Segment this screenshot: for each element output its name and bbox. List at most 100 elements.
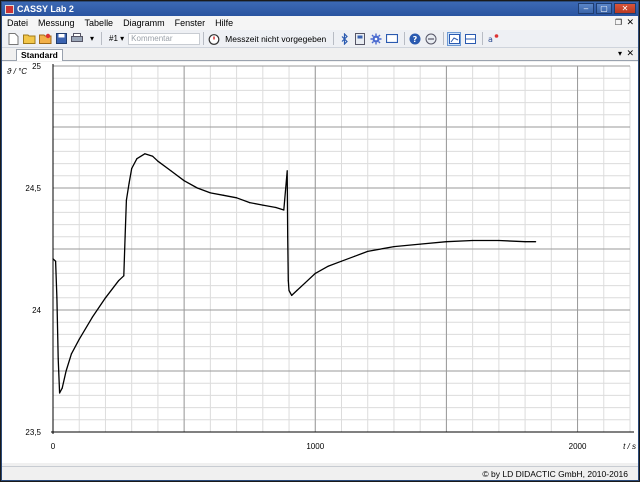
menu-bar: Datei Messung Tabelle Diagramm Fenster H… [2, 16, 638, 30]
toolbar-separator [101, 32, 103, 45]
channel-select[interactable]: #1 ▾ [105, 32, 128, 45]
data-point [118, 280, 120, 282]
print-dropdown-icon[interactable]: ▾ [86, 32, 98, 45]
data-point [65, 370, 67, 372]
data-point [157, 160, 159, 162]
data-point [498, 239, 500, 242]
data-point [209, 192, 211, 194]
x-tick-label: 1000 [306, 442, 324, 451]
toolbar-separator [482, 32, 484, 45]
data-point [288, 289, 290, 292]
data-point [91, 316, 93, 318]
toolbar-separator [333, 32, 335, 45]
data-point [367, 250, 369, 252]
data-point [56, 297, 58, 299]
data-point [124, 236, 126, 238]
data-point [70, 353, 72, 355]
formula-icon[interactable]: a [486, 32, 500, 46]
tab-strip: Standard ▾ ✕ [2, 48, 638, 61]
data-point [291, 294, 293, 296]
data-point [472, 239, 474, 242]
new-file-icon[interactable] [6, 32, 20, 46]
y-tick-label: 25 [32, 62, 41, 71]
svg-text:a: a [488, 35, 493, 44]
app-window: CASSY Lab 2 ‒ ▢ ✕ Datei Messung Tabelle … [1, 1, 639, 481]
x-tick-label: 0 [51, 442, 56, 451]
y-tick-label: 24 [32, 306, 41, 315]
menu-fenster[interactable]: Fenster [170, 18, 211, 28]
help-icon[interactable]: ? [408, 32, 422, 46]
diagram-view-icon[interactable] [447, 31, 462, 46]
maximize-button[interactable]: ▢ [596, 3, 612, 14]
data-point [52, 258, 54, 260]
y-tick-label: 24,5 [25, 184, 41, 193]
measurement-time-label[interactable]: Messzeit nicht vorgegeben [225, 34, 326, 44]
open-folder-icon[interactable] [22, 32, 36, 46]
cassy-app-icon [5, 4, 14, 14]
restore-document-icon[interactable]: ❐ [615, 18, 622, 27]
plot-area[interactable]: 23,5 24 24,5 25 0 1000 2000 ϑ / °C t / s [2, 62, 638, 463]
minimize-button[interactable]: ‒ [578, 3, 594, 14]
stop-measurement-icon[interactable] [424, 32, 438, 46]
data-point [222, 194, 225, 196]
data-point [61, 387, 63, 389]
tab-list-dropdown-icon[interactable]: ▾ [618, 49, 622, 58]
data-point [236, 197, 238, 199]
x-tick-label: 2000 [569, 442, 587, 451]
menu-messung[interactable]: Messung [33, 18, 80, 28]
data-point [152, 155, 154, 157]
sensor-box-icon[interactable] [353, 32, 367, 46]
data-point [445, 241, 447, 243]
open-example-icon[interactable] [38, 32, 52, 46]
save-icon[interactable] [54, 32, 68, 46]
data-point [262, 204, 264, 206]
data-point [287, 236, 289, 238]
toolbar: ▾ #1 ▾ Kommentar Messzeit nicht vorgegeb… [2, 30, 638, 48]
data-point [314, 272, 316, 274]
data-point [340, 260, 343, 262]
data-point [57, 358, 59, 360]
menu-hilfe[interactable]: Hilfe [210, 18, 238, 28]
window-title: CASSY Lab 2 [17, 4, 74, 14]
menu-tabelle[interactable]: Tabelle [80, 18, 119, 28]
title-bar[interactable]: CASSY Lab 2 ‒ ▢ ✕ [2, 2, 638, 16]
data-point [393, 246, 395, 248]
copyright-text: © by LD DIDACTIC GmbH, 2010-2016 [482, 469, 628, 479]
close-document-icon[interactable]: ✕ [626, 17, 634, 28]
data-point [287, 280, 289, 282]
data-point [128, 182, 130, 184]
toolbar-separator [443, 32, 445, 45]
data-point [196, 187, 198, 189]
data-point [249, 202, 251, 204]
temperature-chart[interactable]: 23,5 24 24,5 25 0 1000 2000 ϑ / °C t / s [2, 62, 638, 463]
close-tab-icon[interactable]: ✕ [626, 48, 634, 59]
x-axis-label: t / s [623, 442, 636, 451]
status-bar: © by LD DIDACTIC GmbH, 2010-2016 [2, 466, 638, 480]
split-view-icon[interactable] [463, 32, 477, 46]
tab-standard[interactable]: Standard [16, 49, 63, 61]
comment-input[interactable]: Kommentar [128, 32, 201, 45]
data-point [296, 289, 298, 292]
data-point [183, 180, 185, 182]
data-point [78, 338, 80, 340]
data-point [59, 392, 61, 394]
data-point [419, 243, 421, 245]
y-tick-label: 23,5 [25, 428, 41, 437]
data-point [125, 199, 127, 201]
data-point [123, 275, 125, 277]
data-point [327, 265, 329, 267]
data-point [535, 241, 537, 243]
print-icon[interactable] [70, 32, 84, 46]
data-point [524, 241, 526, 243]
menu-diagramm[interactable]: Diagramm [118, 18, 170, 28]
settings-icon[interactable] [369, 32, 383, 46]
menu-datei[interactable]: Datei [2, 18, 33, 28]
data-point [354, 255, 356, 257]
data-point [104, 297, 107, 299]
stopwatch-icon[interactable] [207, 32, 221, 46]
bluetooth-icon[interactable] [337, 32, 351, 46]
close-button[interactable]: ✕ [614, 3, 636, 14]
data-point [283, 209, 285, 211]
display-icon[interactable] [385, 32, 399, 46]
data-point [286, 170, 288, 172]
